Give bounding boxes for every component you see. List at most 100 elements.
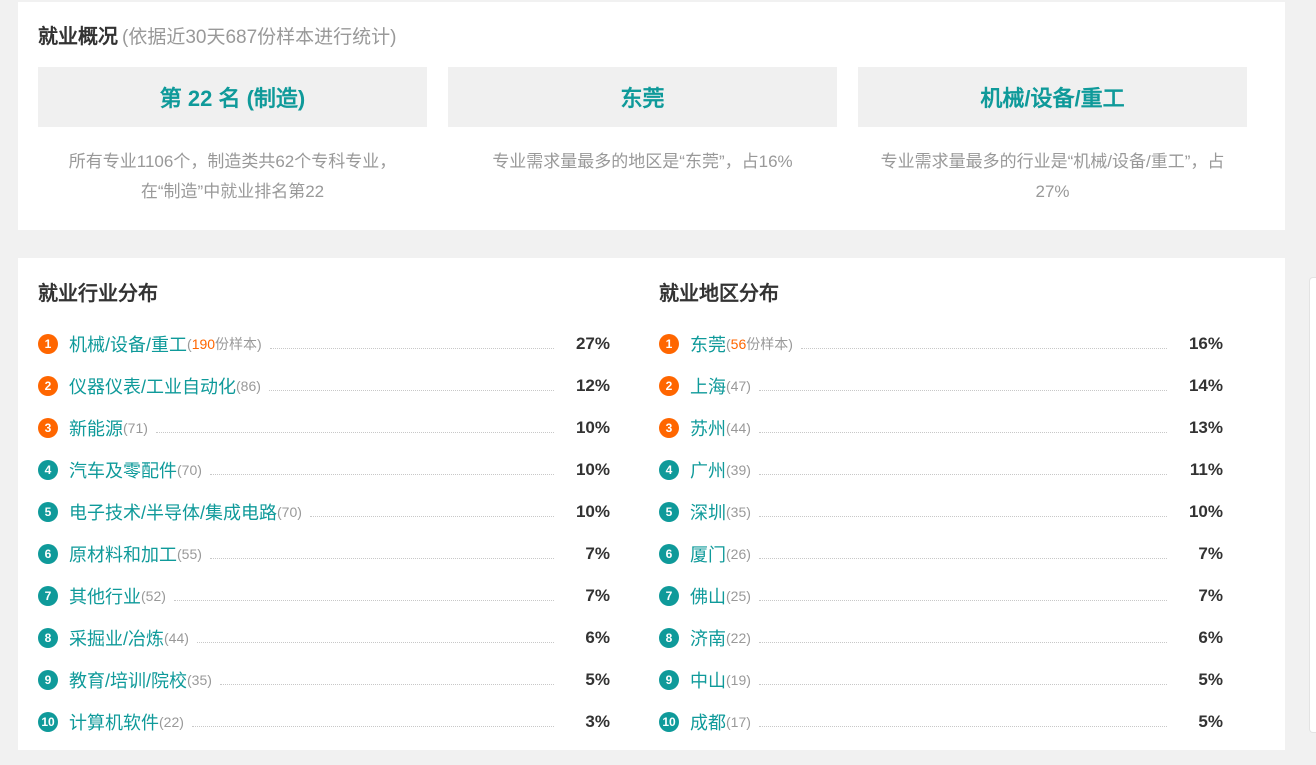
list-item: 7 其他行业(52) 7%: [38, 575, 610, 617]
dotted-leader: [210, 474, 554, 475]
item-name-link[interactable]: 电子技术/半导体/集成电路: [69, 499, 277, 525]
stat-top-industry-headline: 机械/设备/重工: [858, 67, 1247, 127]
item-name-link[interactable]: 新能源: [69, 415, 123, 441]
item-percent: 10%: [564, 418, 610, 438]
item-name-link[interactable]: 采掘业/冶炼: [69, 625, 164, 651]
stat-top-region-headline: 东莞: [448, 67, 837, 127]
dotted-leader: [192, 726, 554, 727]
sample-count: (190份样本): [187, 334, 262, 354]
item-name-link[interactable]: 厦门: [690, 541, 726, 567]
item-name-link[interactable]: 广州: [690, 457, 726, 483]
item-percent: 7%: [1177, 586, 1223, 606]
dotted-leader: [759, 642, 1167, 643]
dotted-leader: [801, 348, 1167, 349]
overview-header: 就业概况(依据近30天687份样本进行统计): [38, 20, 1247, 49]
item-name-link[interactable]: 佛山: [690, 583, 726, 609]
dotted-leader: [759, 474, 1167, 475]
rank-badge: 2: [38, 376, 58, 396]
rank-badge: 6: [38, 544, 58, 564]
list-item: 5 深圳(35) 10%: [659, 491, 1223, 533]
item-name-link[interactable]: 深圳: [690, 499, 726, 525]
item-name-link[interactable]: 东莞: [690, 331, 726, 357]
rank-badge: 5: [659, 502, 679, 522]
sample-count: (25): [726, 588, 751, 604]
distribution-card: 就业行业分布 1机械/设备/重工(190份样本)27%2仪器仪表/工业自动化(8…: [18, 258, 1285, 750]
item-percent: 10%: [564, 460, 610, 480]
dotted-leader: [759, 726, 1167, 727]
item-name-link[interactable]: 仪器仪表/工业自动化: [69, 373, 236, 399]
item-name-link[interactable]: 机械/设备/重工: [69, 331, 187, 357]
rank-badge: 2: [659, 376, 679, 396]
region-ranking-list: 1东莞(56份样本)16%2上海(47)14%3苏州(44)13%4广州(39)…: [659, 323, 1223, 743]
list-item: 4 汽车及零配件(70) 10%: [38, 449, 610, 491]
item-name-link[interactable]: 中山: [690, 667, 726, 693]
industry-distribution-title: 就业行业分布: [38, 277, 610, 306]
industry-distribution-column: 就业行业分布 1机械/设备/重工(190份样本)27%2仪器仪表/工业自动化(8…: [38, 277, 610, 750]
list-item: 6 原材料和加工(55) 7%: [38, 533, 610, 575]
rank-badge: 4: [38, 460, 58, 480]
item-name-link[interactable]: 教育/培训/院校: [69, 667, 187, 693]
rank-badge: 7: [659, 586, 679, 606]
sample-count: (19): [726, 672, 751, 688]
sample-count: (56份样本): [726, 334, 793, 354]
item-percent: 5%: [1177, 670, 1223, 690]
item-percent: 14%: [1177, 376, 1223, 396]
dotted-leader: [269, 390, 554, 391]
item-name-link[interactable]: 济南: [690, 625, 726, 651]
region-distribution-title: 就业地区分布: [659, 277, 1223, 306]
rank-badge: 7: [38, 586, 58, 606]
rank-badge: 1: [659, 334, 679, 354]
item-name-link[interactable]: 原材料和加工: [69, 541, 177, 567]
item-percent: 3%: [564, 712, 610, 732]
item-name-link[interactable]: 汽车及零配件: [69, 457, 177, 483]
overview-card: 就业概况(依据近30天687份样本进行统计) 第 22 名 (制造) 所有专业1…: [18, 2, 1285, 230]
rank-badge: 4: [659, 460, 679, 480]
sample-count: (22): [726, 630, 751, 646]
dotted-leader: [156, 432, 554, 433]
item-name-link[interactable]: 其他行业: [69, 583, 141, 609]
rank-badge: 8: [38, 628, 58, 648]
sample-count: (26): [726, 546, 751, 562]
item-percent: 10%: [1177, 502, 1223, 522]
item-percent: 10%: [564, 502, 610, 522]
sample-count: (35): [726, 504, 751, 520]
item-name-link[interactable]: 苏州: [690, 415, 726, 441]
dotted-leader: [270, 348, 554, 349]
dotted-leader: [197, 642, 554, 643]
sample-count: (39): [726, 462, 751, 478]
item-name-link[interactable]: 成都: [690, 709, 726, 735]
item-percent: 7%: [564, 586, 610, 606]
sample-count: (52): [141, 588, 166, 604]
list-item: 2上海(47)14%: [659, 365, 1223, 407]
employment-stats-page: { "colors": { "accent_teal": "#0f9a9a", …: [0, 0, 1316, 765]
item-percent: 7%: [564, 544, 610, 564]
dotted-leader: [759, 516, 1167, 517]
rank-badge: 8: [659, 628, 679, 648]
sample-count: (70): [177, 462, 202, 478]
item-percent: 6%: [1177, 628, 1223, 648]
list-item: 1 机械/设备/重工(190份样本) 27%: [38, 323, 610, 365]
item-name-link[interactable]: 上海: [690, 373, 726, 399]
item-percent: 7%: [1177, 544, 1223, 564]
rank-badge: 10: [659, 712, 679, 732]
item-percent: 11%: [1177, 460, 1223, 480]
stat-top-industry: 机械/设备/重工 专业需求量最多的行业是“机械/设备/重工”，占27%: [858, 67, 1247, 207]
rank-badge: 3: [659, 418, 679, 438]
item-percent: 5%: [564, 670, 610, 690]
list-item: 3苏州(44)13%: [659, 407, 1223, 449]
sample-count: (44): [726, 420, 751, 436]
stat-top-region: 东莞 专业需求量最多的地区是“东莞”，占16%: [448, 67, 837, 207]
list-item: 9中山(19)5%: [659, 659, 1223, 701]
item-percent: 27%: [564, 334, 610, 354]
sample-count: (44): [164, 630, 189, 646]
stat-rank: 第 22 名 (制造) 所有专业1106个，制造类共62个专科专业，在“制造”中…: [38, 67, 427, 207]
item-name-link[interactable]: 计算机软件: [69, 709, 159, 735]
dotted-leader: [310, 516, 554, 517]
rank-badge: 1: [38, 334, 58, 354]
sample-count: (71): [123, 420, 148, 436]
region-distribution-column: 就业地区分布 1东莞(56份样本)16%2上海(47)14%3苏州(44)13%…: [659, 277, 1223, 750]
list-item: 1东莞(56份样本)16%: [659, 323, 1223, 365]
adjacent-card-edge: [1309, 277, 1316, 733]
sample-count: (55): [177, 546, 202, 562]
stat-boxes: 第 22 名 (制造) 所有专业1106个，制造类共62个专科专业，在“制造”中…: [38, 67, 1247, 207]
